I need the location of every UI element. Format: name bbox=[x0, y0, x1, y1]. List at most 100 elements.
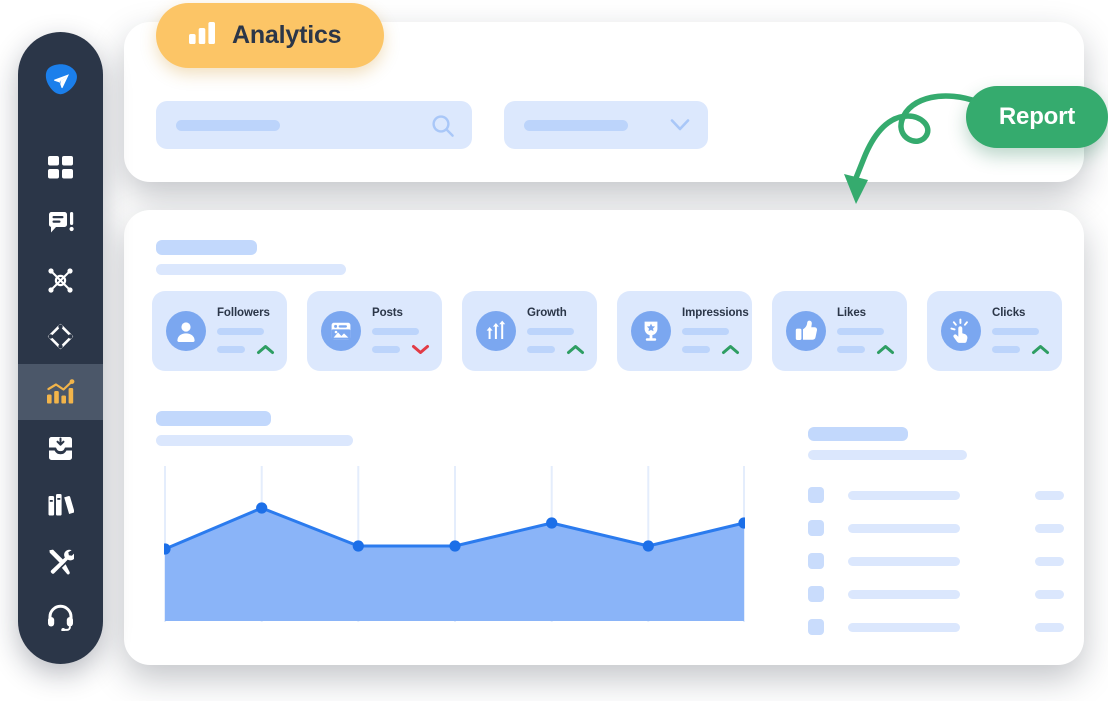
avatar bbox=[808, 553, 824, 569]
list-rows bbox=[808, 487, 1064, 635]
stat-subvalue-bar bbox=[682, 345, 710, 353]
trend-down-icon bbox=[411, 344, 430, 355]
trophy-star-icon bbox=[631, 311, 671, 351]
stat-card-label: Impressions bbox=[682, 307, 749, 319]
trend-up-icon bbox=[721, 344, 740, 355]
stat-card-label: Clicks bbox=[992, 307, 1026, 319]
stat-card-label: Followers bbox=[217, 307, 270, 319]
list-item-label-bar bbox=[848, 622, 960, 632]
stat-value-bar bbox=[372, 328, 419, 335]
thumbs-up-icon bbox=[786, 311, 826, 351]
search-placeholder-bar bbox=[176, 120, 280, 131]
dashboard-grid-icon bbox=[47, 155, 74, 182]
stat-card-row: Followers Posts Growth Impressions Likes… bbox=[152, 291, 1064, 371]
area-chart[interactable] bbox=[164, 466, 745, 622]
list-title-bar bbox=[808, 427, 908, 441]
stat-card-followers[interactable]: Followers bbox=[152, 291, 287, 371]
sidebar-item-analytics[interactable] bbox=[18, 364, 103, 420]
analytics-badge-label: Analytics bbox=[232, 21, 342, 49]
list-item[interactable] bbox=[808, 553, 1064, 569]
list-item-value-bar bbox=[1035, 556, 1064, 566]
list-item-value-bar bbox=[1035, 622, 1064, 632]
stat-subvalue-bar bbox=[527, 345, 555, 353]
sidebar-item-dashboard[interactable] bbox=[18, 140, 103, 196]
stat-card-likes[interactable]: Likes bbox=[772, 291, 907, 371]
trend-up-icon bbox=[1031, 344, 1050, 355]
overview-subtitle-bar bbox=[156, 264, 346, 275]
stat-value-bar bbox=[527, 328, 574, 335]
chart-subtitle-bar bbox=[156, 435, 353, 446]
stat-value-bar bbox=[682, 328, 729, 335]
filter-select[interactable] bbox=[504, 101, 708, 149]
inbox-download-icon bbox=[47, 436, 74, 462]
list-item-value-bar bbox=[1035, 589, 1064, 599]
chart-title-bar bbox=[156, 411, 271, 426]
trend-up-icon bbox=[256, 344, 275, 355]
growth-arrows-icon bbox=[476, 311, 516, 351]
image-post-icon bbox=[321, 311, 361, 351]
stat-subvalue-bar bbox=[992, 345, 1020, 353]
network-share-icon bbox=[47, 267, 74, 294]
stat-card-posts[interactable]: Posts bbox=[307, 291, 442, 371]
bar-chart-icon bbox=[187, 18, 217, 53]
avatar bbox=[808, 586, 824, 602]
sidebar-item-inbox[interactable] bbox=[18, 421, 103, 477]
list-item-label-bar bbox=[848, 556, 960, 566]
search-icon[interactable] bbox=[431, 114, 455, 143]
sidebar-item-network[interactable] bbox=[18, 252, 103, 308]
list-item-label-bar bbox=[848, 523, 960, 533]
report-button[interactable]: Report bbox=[966, 86, 1108, 148]
list-item[interactable] bbox=[808, 487, 1064, 503]
list-item[interactable] bbox=[808, 586, 1064, 602]
curly-arrow-icon bbox=[844, 93, 981, 204]
stat-value-bar bbox=[837, 328, 884, 335]
analytics-chart-icon bbox=[46, 378, 75, 406]
stat-subvalue-bar bbox=[837, 345, 865, 353]
stat-subvalue-bar bbox=[372, 345, 400, 353]
sidebar-item-library[interactable] bbox=[18, 477, 103, 533]
top-list-panel bbox=[808, 427, 1064, 652]
sidebar bbox=[18, 32, 103, 664]
library-books-icon bbox=[47, 492, 74, 519]
sidebar-logo[interactable] bbox=[18, 52, 103, 108]
user-icon bbox=[166, 311, 206, 351]
list-item[interactable] bbox=[808, 619, 1064, 635]
stat-card-growth[interactable]: Growth bbox=[462, 291, 597, 371]
stat-card-label: Posts bbox=[372, 307, 403, 319]
stat-value-bar bbox=[217, 328, 264, 335]
trend-up-icon bbox=[566, 344, 585, 355]
overview-heading bbox=[156, 240, 346, 275]
avatar bbox=[808, 619, 824, 635]
stat-card-label: Likes bbox=[837, 307, 866, 319]
avatar bbox=[808, 487, 824, 503]
tap-click-icon bbox=[941, 311, 981, 351]
search-input[interactable] bbox=[156, 101, 472, 149]
sidebar-item-support[interactable] bbox=[18, 589, 103, 645]
avatar bbox=[808, 520, 824, 536]
stat-card-label: Growth bbox=[527, 307, 567, 319]
analytics-badge[interactable]: Analytics bbox=[156, 3, 384, 68]
list-item-value-bar bbox=[1035, 523, 1064, 533]
trend-up-icon bbox=[876, 344, 895, 355]
stat-card-impressions[interactable]: Impressions bbox=[617, 291, 752, 371]
tools-icon bbox=[47, 548, 74, 575]
message-alert-icon bbox=[47, 211, 75, 238]
sidebar-item-explore[interactable] bbox=[18, 308, 103, 364]
list-item-value-bar bbox=[1035, 490, 1064, 500]
overview-title-bar bbox=[156, 240, 257, 255]
list-item-label-bar bbox=[848, 490, 960, 500]
sidebar-item-messages[interactable] bbox=[18, 196, 103, 252]
report-button-label: Report bbox=[998, 103, 1076, 130]
chart-heading bbox=[156, 411, 353, 446]
send-logo-icon bbox=[44, 63, 78, 97]
headset-support-icon bbox=[47, 604, 74, 631]
filter-select-value-bar bbox=[524, 120, 628, 131]
list-item-label-bar bbox=[848, 589, 960, 599]
list-heading bbox=[808, 427, 1064, 460]
stat-value-bar bbox=[992, 328, 1039, 335]
chevron-down-icon[interactable] bbox=[669, 117, 691, 138]
list-item[interactable] bbox=[808, 520, 1064, 536]
sidebar-item-tools[interactable] bbox=[18, 533, 103, 589]
compass-diamond-icon bbox=[47, 323, 74, 350]
stat-card-clicks[interactable]: Clicks bbox=[927, 291, 1062, 371]
